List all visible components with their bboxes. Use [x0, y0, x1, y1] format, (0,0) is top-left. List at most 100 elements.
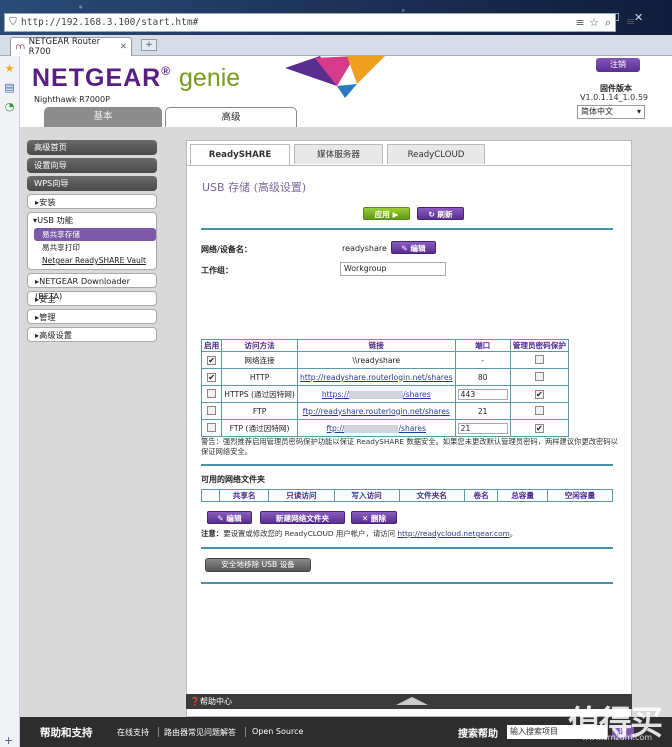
link-cell[interactable]: ftp:///shares	[326, 424, 426, 433]
menu-admin[interactable]: ▸管理	[27, 309, 157, 324]
tab-divider	[187, 165, 631, 166]
delete-button[interactable]: ✕ 删除	[351, 511, 397, 524]
browser-tab[interactable]: ⩋ NETGEAR Router R700 ✕	[10, 37, 132, 57]
enable-checkbox[interactable]: ✔	[207, 355, 217, 365]
refresh-icon: ↻	[428, 210, 435, 219]
menu-setup[interactable]: ▸安装	[27, 194, 157, 209]
watermark-url: www.smzdm.com	[582, 733, 653, 742]
tab-readycloud[interactable]: ReadyCLOUD	[387, 144, 485, 164]
admin-pw-checkbox[interactable]: ✔	[534, 389, 544, 399]
menu-readyshare-print[interactable]: 易共享打印	[28, 241, 156, 254]
wifi-icon: ⩋	[16, 42, 25, 52]
menu-security[interactable]: ▸安全	[27, 291, 157, 306]
apply-button[interactable]: 应用 ▶	[363, 207, 410, 220]
new-folder-button[interactable]: 新建网络文件夹	[260, 511, 345, 524]
menu-advanced-setup[interactable]: ▸高级设置	[27, 327, 157, 342]
divider	[201, 464, 613, 466]
redacted-block	[349, 390, 404, 399]
brand-swoosh	[285, 56, 385, 98]
menu-readyshare-storage[interactable]: 易共享存储	[34, 228, 156, 241]
clock-icon[interactable]: ◔	[0, 100, 19, 113]
enable-checkbox[interactable]	[207, 405, 217, 415]
content-panel: ReadySHARE 媒体服务器 ReadyCLOUD USB 存储 (高级设置…	[186, 140, 632, 717]
search-help-label: 搜索帮助	[458, 729, 498, 740]
link-cell[interactable]: http://readyshare.routerlogin.net/shares	[300, 373, 452, 382]
address-bar[interactable]: ⛉ http://192.168.3.100/start.htm# ≡ ☆ ⌕	[4, 13, 616, 32]
safe-remove-usb-button[interactable]: 安全地移除 USB 设备	[205, 558, 311, 572]
new-tab-button[interactable]: +	[141, 39, 157, 51]
table-row: FTP (通过因特网) ftp:///shares 21 ✔	[200, 419, 570, 437]
language-select[interactable]: 简体中文 ▾	[577, 105, 645, 119]
link-cell[interactable]: ftp://readyshare.routerlogin.net/shares	[303, 407, 450, 416]
menu-downloader[interactable]: ▸NETGEAR Downloader (BETA)	[27, 273, 157, 301]
pencil-icon: ✎	[217, 514, 224, 523]
router-page: NETGEAR® genie Nighthawk R7000P 注销 固件版本 …	[20, 56, 672, 747]
close-icon[interactable]: ✕	[634, 11, 643, 24]
separator	[245, 727, 246, 737]
browser-tab-title: NETGEAR Router R700	[28, 37, 101, 57]
redacted-block	[344, 424, 399, 433]
star-icon[interactable]: ☆	[587, 16, 601, 29]
edit-folder-button[interactable]: ✎ 编辑	[207, 511, 252, 524]
search-icon[interactable]: ⌕	[601, 16, 615, 30]
logout-button[interactable]: 注销	[596, 58, 640, 72]
col-volume: 卷名	[463, 489, 499, 502]
notes-icon[interactable]: ▤	[0, 81, 19, 94]
url-text[interactable]: http://192.168.3.100/start.htm#	[21, 17, 573, 28]
hamburger-icon[interactable]: ≡	[573, 16, 587, 29]
divider	[201, 228, 613, 230]
menu-advanced-home[interactable]: 高级首页	[27, 140, 157, 155]
refresh-button[interactable]: ↻ 刷新	[417, 207, 464, 220]
help-center-bar[interactable]: ❓帮助中心	[186, 694, 632, 709]
col-folder: 文件夹名	[398, 489, 465, 502]
firmware-version: V1.0.1.14_1.0.59	[580, 93, 648, 102]
footer-link-faq[interactable]: 路由器常见问题解答	[164, 727, 236, 738]
col-read: 只读访问	[268, 489, 335, 502]
enable-checkbox[interactable]: ✔	[207, 372, 217, 382]
footer-link-open-source[interactable]: Open Source	[252, 727, 303, 736]
col-port: 端口	[454, 339, 511, 352]
workgroup-input[interactable]: Workgroup	[340, 262, 446, 276]
footer-title: 帮助和支持	[40, 727, 93, 739]
warning-text: 警告：强烈推荐启用管理员密码保护功能以保证 ReadySHARE 数据安全。如果…	[201, 437, 618, 456]
admin-pw-checkbox[interactable]	[534, 354, 544, 364]
play-icon: ▶	[392, 210, 399, 219]
network-device-label: 网络/设备名：	[201, 245, 252, 254]
tab-readyshare[interactable]: ReadySHARE	[190, 144, 290, 165]
readycloud-link[interactable]: http://readycloud.netgear.com	[397, 529, 509, 538]
col-total: 总容量	[497, 489, 548, 502]
admin-pw-checkbox[interactable]	[534, 405, 544, 415]
tab-advanced[interactable]: 高级	[165, 107, 297, 127]
link-cell[interactable]: https:///shares	[322, 390, 431, 399]
add-icon[interactable]: +	[4, 734, 13, 747]
enable-checkbox[interactable]	[207, 388, 217, 398]
method-cell: FTP (通过因特网)	[221, 419, 298, 437]
col-enable: 启用	[200, 339, 223, 352]
separator	[158, 727, 159, 737]
expand-arrow-icon[interactable]	[396, 697, 428, 705]
admin-pw-checkbox[interactable]: ✔	[534, 423, 544, 433]
star-icon[interactable]: ★	[0, 62, 19, 75]
menu-wps-wizard[interactable]: WPS向导	[27, 176, 157, 191]
menu-setup-wizard[interactable]: 设置向导	[27, 158, 157, 173]
col-admin-pw: 管理员密码保护	[509, 339, 570, 352]
tab-media-server[interactable]: 媒体服务器	[294, 144, 383, 164]
method-cell: FTP	[221, 402, 298, 420]
menu-icon[interactable]: ≡	[626, 15, 635, 28]
close-tab-icon[interactable]: ✕	[120, 42, 127, 52]
close-icon: ✕	[361, 514, 369, 523]
admin-pw-checkbox[interactable]	[534, 371, 544, 381]
shield-icon: ⛉	[9, 17, 17, 28]
menu-readyshare-vault[interactable]: Netgear ReadySHARE Vault	[28, 254, 156, 267]
tab-basic[interactable]: 基本	[44, 107, 162, 127]
col-write: 写入访问	[333, 489, 400, 502]
col-share-name: 共享名	[218, 489, 270, 502]
col-method: 访问方法	[221, 339, 298, 352]
port-input[interactable]: 21	[457, 422, 508, 434]
port-input[interactable]: 443	[457, 388, 508, 400]
menu-usb[interactable]: ▾USB 功能	[28, 213, 156, 228]
enable-checkbox[interactable]	[207, 422, 217, 432]
network-device-value: readyshare	[342, 244, 387, 253]
footer-link-online-support[interactable]: 在线支持	[117, 727, 149, 738]
edit-device-button[interactable]: ✎ 编辑	[391, 241, 436, 254]
